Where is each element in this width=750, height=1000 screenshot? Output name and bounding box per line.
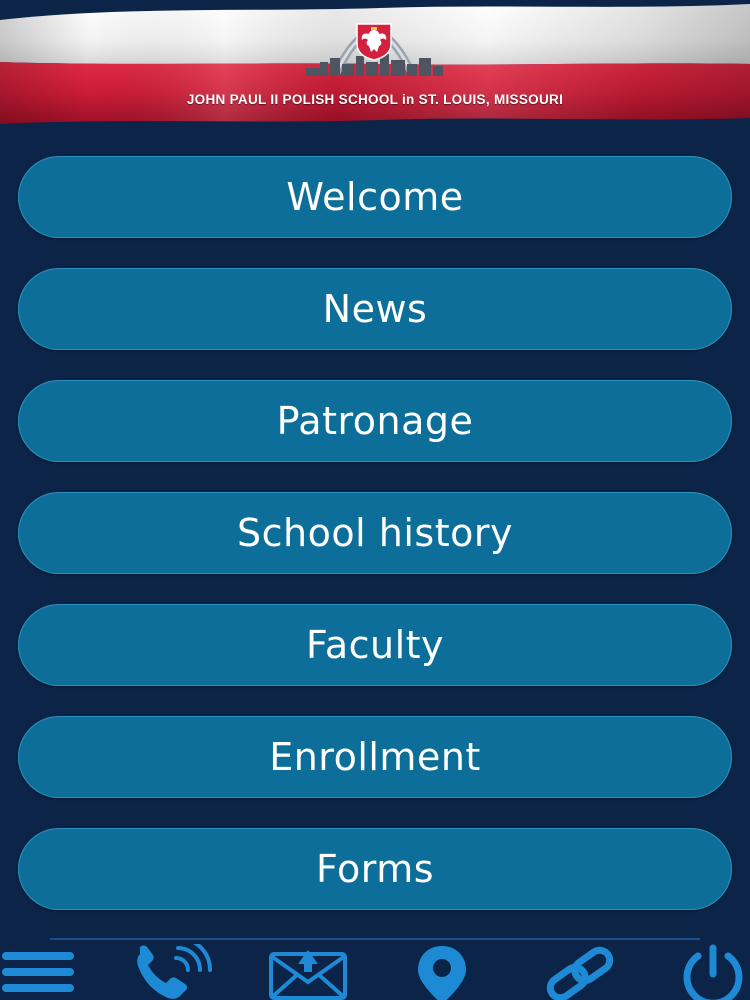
menu-item-label: Forms	[315, 847, 435, 891]
menu-item-enrollment[interactable]: Enrollment	[18, 716, 732, 798]
menu-item-forms[interactable]: Forms	[18, 828, 732, 910]
header-banner: JOHN PAUL II POLISH SCHOOL in ST. LOUIS,…	[0, 0, 750, 128]
bottom-toolbar	[0, 940, 750, 1000]
menu-item-school-history[interactable]: School history	[18, 492, 732, 574]
link-icon[interactable]	[540, 944, 620, 1000]
menu-icon[interactable]	[0, 944, 80, 1000]
menu-item-label: Faculty	[305, 623, 445, 667]
menu-item-label: Patronage	[276, 399, 474, 443]
polish-flag-banner	[0, 4, 750, 124]
phone-icon[interactable]	[130, 944, 214, 1000]
school-title: JOHN PAUL II POLISH SCHOOL in ST. LOUIS,…	[186, 92, 564, 107]
menu-item-faculty[interactable]: Faculty	[18, 604, 732, 686]
menu-item-label: Welcome	[286, 175, 464, 219]
menu-item-label: School history	[237, 511, 513, 555]
power-icon[interactable]	[676, 944, 750, 1000]
main-menu: Welcome News Patronage School history Fa…	[18, 156, 732, 940]
mail-icon[interactable]	[268, 944, 348, 1000]
polish-eagle-icon	[356, 23, 392, 61]
menu-item-welcome[interactable]: Welcome	[18, 156, 732, 238]
menu-item-news[interactable]: News	[18, 268, 732, 350]
menu-item-label: Enrollment	[269, 735, 481, 779]
location-pin-icon[interactable]	[412, 944, 472, 1000]
menu-item-patronage[interactable]: Patronage	[18, 380, 732, 462]
menu-item-label: News	[322, 287, 428, 331]
